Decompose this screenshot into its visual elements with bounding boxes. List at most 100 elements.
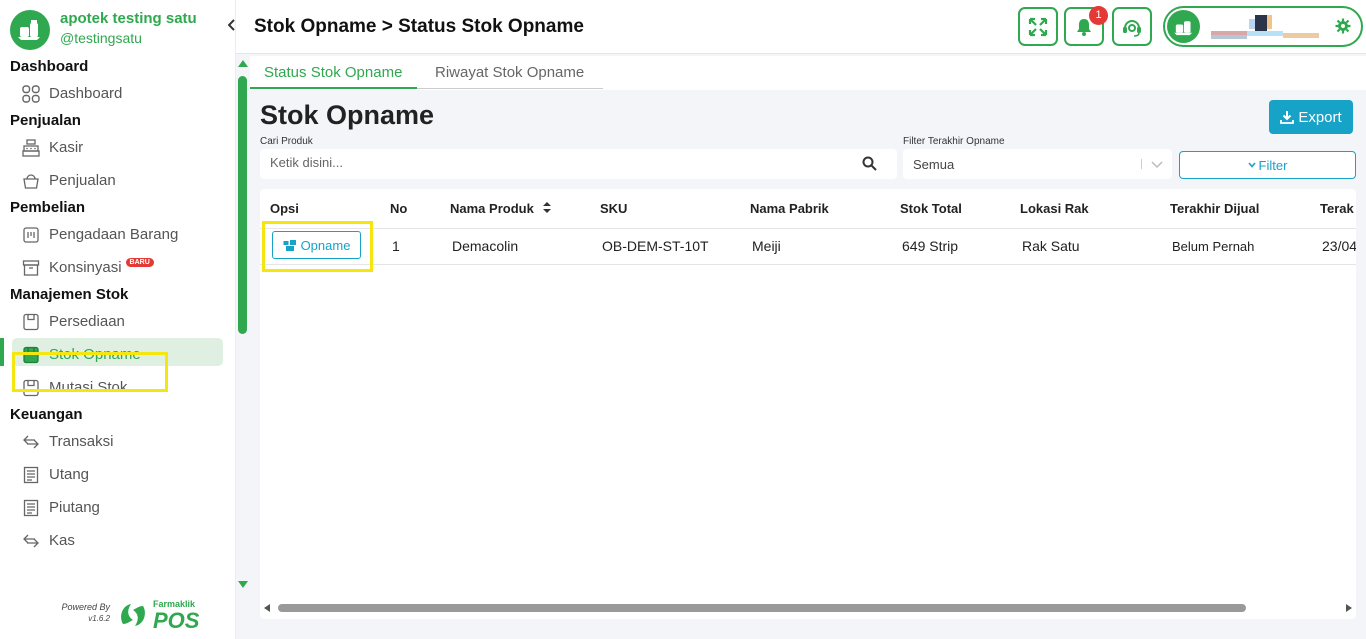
table-horizontal-scrollbar[interactable] [260,600,1356,616]
column-header-no: No [390,201,408,216]
scroll-down-arrow-icon[interactable] [238,581,248,588]
column-header-nama-produk[interactable]: Nama Produk [450,201,552,216]
version-text: v1.6.2 [88,614,110,623]
cell-stok-total: 649 Strip [902,238,959,254]
sidebar-item-label: Dashboard [49,85,123,102]
search-label: Cari Produk [260,136,313,147]
farmaklik-logo: Farmaklik POS [117,598,200,633]
column-header-label: Nama Produk [450,201,534,216]
sidebar-item-penjualan[interactable]: Penjualan [0,164,236,197]
sidebar-item-transaksi[interactable]: Transaksi [0,425,236,458]
chevron-down-icon [1151,161,1163,169]
sidebar-item-label: Persediaan [49,313,125,330]
sidebar-item-kasir[interactable]: Kasir [0,131,236,164]
cell-nama-produk: Demacolin [452,238,519,254]
download-icon [1280,111,1295,124]
active-tab-underline [250,87,417,89]
column-header-terakhir-dijual: Terakhir Dijual [1170,201,1260,216]
search-input[interactable] [270,155,850,170]
sidebar-item-utang[interactable]: Utang [0,458,236,491]
search-box [260,149,897,179]
sidebar-item-piutang[interactable]: Piutang [0,491,236,524]
stock-table: Opsi No Nama Produk SKU Nama Pabrik Stok… [260,189,1356,619]
receipt-icon [22,499,40,517]
tab-underline [417,88,603,89]
column-header-nama-pabrik: Nama Pabrik [750,201,829,216]
cell-lokasi-rak: Rak Satu [1022,238,1080,254]
row-divider [260,264,1356,265]
store-logo-icon [10,10,50,50]
support-button[interactable] [1112,7,1152,46]
profile-menu[interactable] [1163,6,1363,47]
opname-button-label: Opname [300,237,351,253]
avatar [1167,10,1200,43]
sidebar-item-dashboard[interactable]: Dashboard [0,77,236,110]
export-label: Export [1298,108,1342,126]
export-button[interactable]: Export [1269,100,1353,134]
sidebar-item-persediaan[interactable]: Persediaan [0,305,236,338]
powered-by-text: Powered By [61,602,110,612]
horizontal-scroll-thumb[interactable] [278,604,1246,612]
nav-section-dashboard: Dashboard [10,58,89,75]
sidebar-item-mutasi-stok[interactable]: Mutasi Stok [0,371,236,404]
cash-register-icon [22,138,40,157]
nav-section-penjualan: Penjualan [10,112,81,129]
box-icon [22,379,40,397]
column-header-stok-total: Stok Total [900,201,962,216]
sort-icon[interactable] [543,202,552,213]
scroll-left-arrow-icon[interactable] [264,604,270,612]
column-header-opsi: Opsi [270,201,299,216]
filter-select[interactable]: Semua [903,149,1172,179]
logo-big-text: POS [153,608,200,633]
nav-section-manajemen-stok: Manajemen Stok [10,286,129,303]
settings-gear-icon[interactable] [1335,18,1351,39]
brand-name: apotek testing satu [60,10,197,27]
basket-icon [22,172,40,190]
transfer-arrows-icon [22,433,40,451]
sidebar-item-stok-opname[interactable]: Stok Opname [0,338,236,371]
sidebar-item-label: Pengadaan Barang [49,226,179,243]
sidebar-item-label: Stok Opname [49,346,141,363]
grid-icon [22,84,40,103]
cell-no: 1 [392,238,400,254]
fullscreen-button[interactable] [1018,7,1058,46]
opname-button[interactable]: Opname [272,231,361,259]
sidebar-item-label: Piutang [49,499,100,516]
scroll-up-arrow-icon[interactable] [238,60,248,67]
sidebar-item-konsinyasi[interactable]: Konsinyasi BARU [0,251,236,284]
box-icon [22,313,40,331]
chevron-down-icon [1247,162,1256,168]
sidebar-item-kas[interactable]: Kas [0,524,236,557]
nav-section-pembelian: Pembelian [10,199,86,216]
sidebar: apotek testing satu @testingsatu Dashboa… [0,0,248,639]
brand: apotek testing satu @testingsatu [10,10,197,50]
active-indicator [0,338,4,366]
sidebar-item-label: Mutasi Stok [49,379,128,396]
header-divider [260,228,1356,229]
tab-status-stok-opname[interactable]: Status Stok Opname [264,64,402,81]
select-separator [1141,159,1142,169]
sidebar-scroll-thumb[interactable] [238,76,247,334]
filter-button-label: Filter [1258,157,1288,173]
box-icon [22,346,40,364]
cell-terakhir-dijual: Belum Pernah [1172,239,1255,254]
filter-select-value: Semua [913,157,955,172]
nav-section-keuangan: Keuangan [10,406,83,423]
cell-sku: OB-DEM-ST-10T [602,238,709,254]
sidebar-scrollbar[interactable] [237,60,248,588]
search-icon[interactable] [862,156,877,171]
transfer-arrows-icon [22,532,40,550]
cell-nama-pabrik: Meiji [752,238,781,254]
scroll-right-arrow-icon[interactable] [1346,604,1352,612]
farmaklik-logo-icon [121,603,145,626]
collapse-sidebar-button[interactable] [227,18,236,34]
redacted-username-icon [1211,15,1319,39]
archive-box-icon [22,259,40,277]
filter-button[interactable]: Filter [1179,151,1356,179]
sidebar-item-pengadaan-barang[interactable]: Pengadaan Barang [0,218,236,251]
cell-terakhir-opname: 23/04 [1322,238,1356,254]
column-header-sku: SKU [600,201,628,216]
procurement-icon [22,226,40,244]
tab-riwayat-stok-opname[interactable]: Riwayat Stok Opname [435,64,584,81]
sidebar-item-label: Kasir [49,139,84,156]
